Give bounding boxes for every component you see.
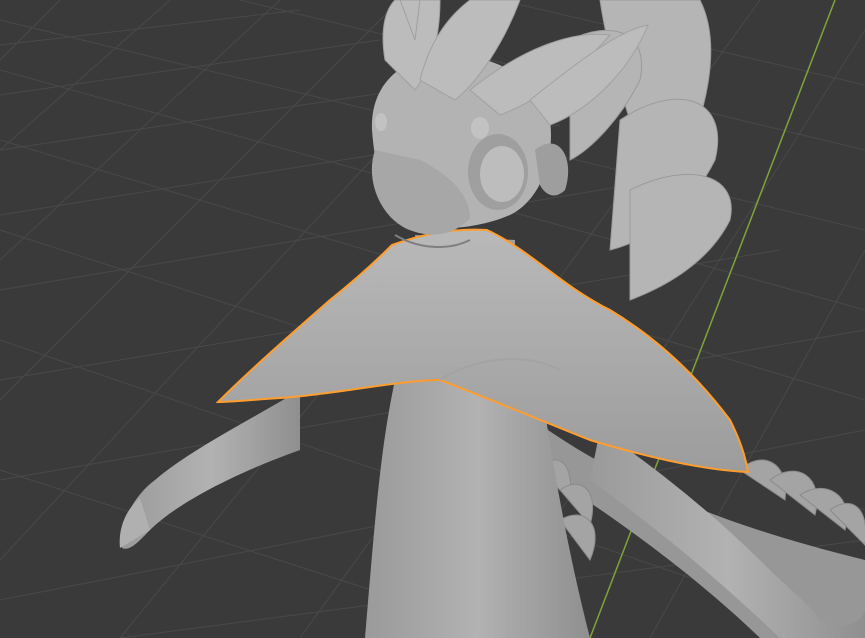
nostril-bump — [375, 113, 387, 131]
eye — [468, 134, 528, 210]
3d-viewport[interactable] — [0, 0, 865, 638]
viewport-canvas[interactable] — [0, 0, 865, 638]
brow-bump — [471, 117, 489, 139]
